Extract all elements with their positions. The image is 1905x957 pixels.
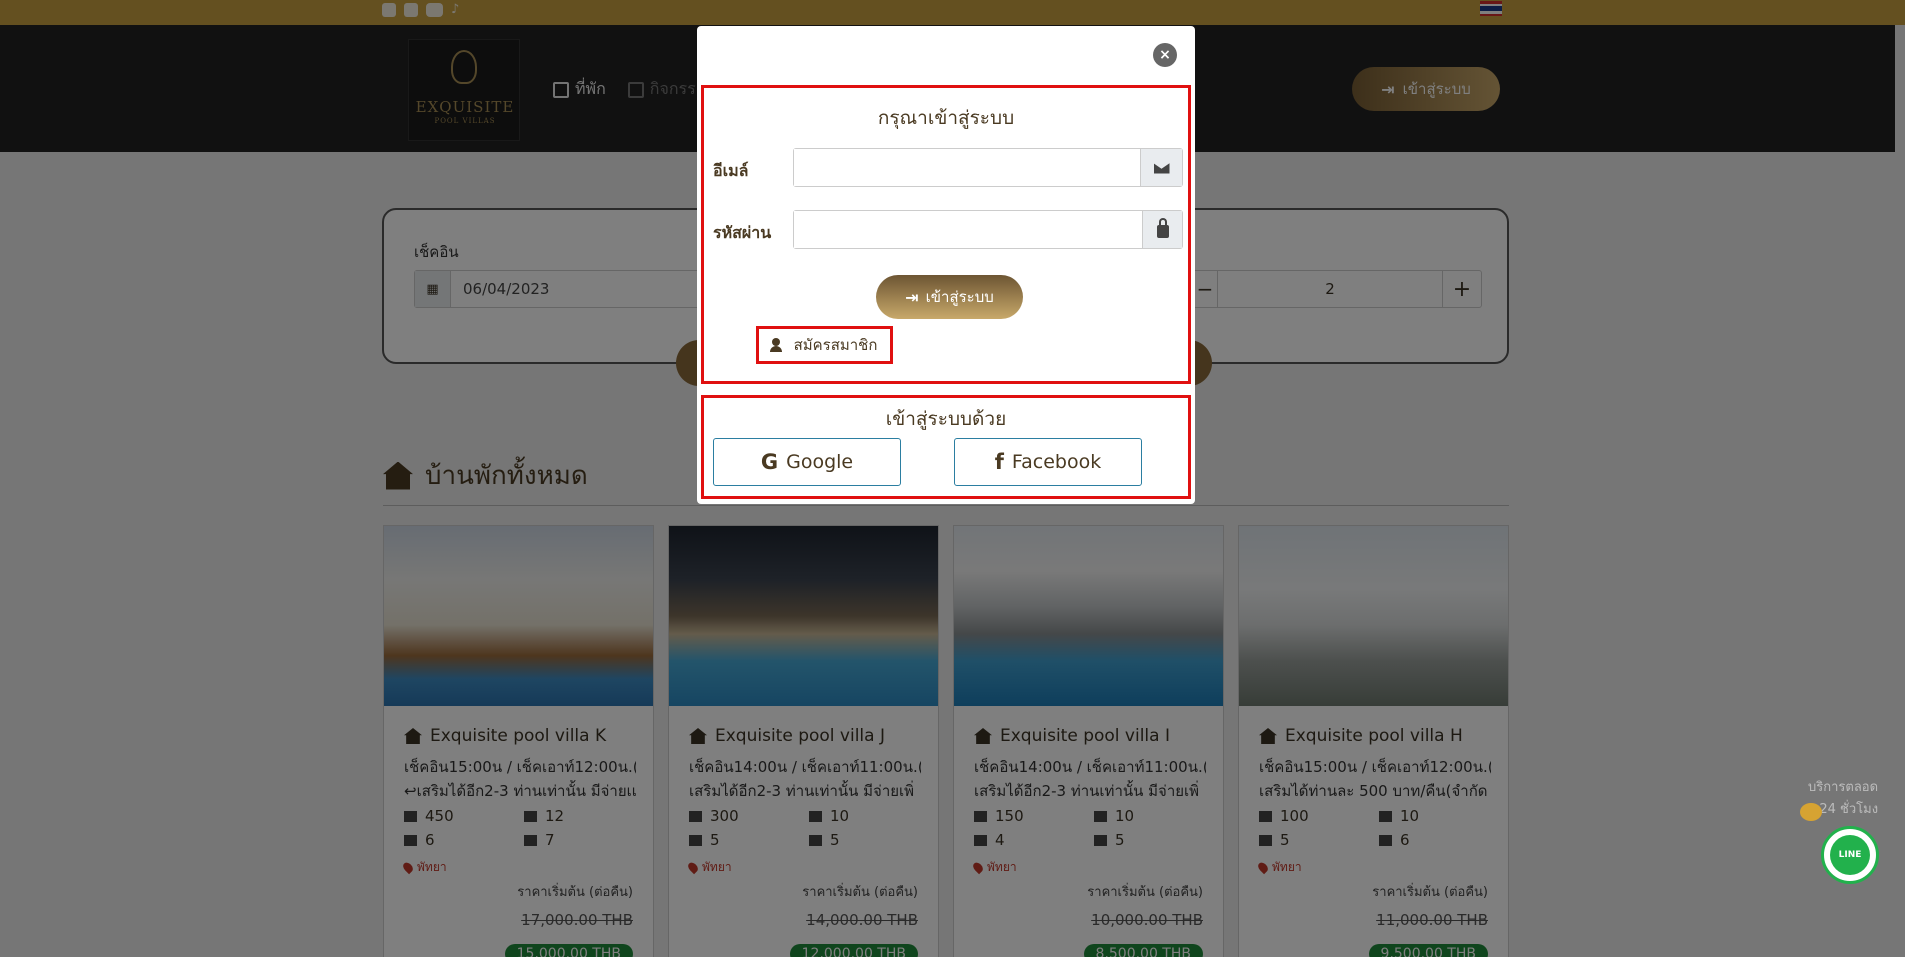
contact-line-1: บริการตลอด: [1808, 780, 1879, 795]
google-login-button[interactable]: G Google: [713, 438, 901, 486]
envelope-icon: [1140, 149, 1182, 186]
login-modal: × กรุณาเข้าสู่ระบบ อีเมล์ รหัสผ่าน ⇥ เข้…: [697, 26, 1195, 504]
line-chat-button[interactable]: LINE: [1821, 826, 1879, 884]
sign-in-icon: ⇥: [905, 287, 919, 307]
chat-bubble-icon: [1800, 803, 1822, 821]
facebook-icon: f: [994, 450, 1004, 474]
login-title: กรุณาเข้าสู่ระบบ: [877, 107, 1015, 129]
email-input[interactable]: [794, 149, 1140, 186]
register-label: สมัครสมาชิก: [793, 336, 878, 354]
facebook-label: Facebook: [1011, 451, 1102, 473]
login-submit-button[interactable]: ⇥ เข้าสู่ระบบ: [876, 275, 1023, 319]
line-icon: LINE: [1830, 835, 1870, 875]
email-field[interactable]: [793, 148, 1183, 187]
password-field[interactable]: [793, 210, 1183, 249]
password-label: รหัสผ่าน: [713, 223, 772, 242]
social-login-title: เข้าสู่ระบบด้วย: [885, 408, 1007, 430]
google-icon: G: [760, 450, 779, 474]
google-label: Google: [786, 451, 854, 473]
login-form-section: กรุณาเข้าสู่ระบบ อีเมล์ รหัสผ่าน ⇥ เข้าส…: [701, 85, 1191, 384]
facebook-login-button[interactable]: f Facebook: [954, 438, 1142, 486]
login-submit-label: เข้าสู่ระบบ: [925, 288, 994, 306]
social-login-section: เข้าสู่ระบบด้วย G Google f Facebook: [701, 395, 1191, 499]
close-icon[interactable]: ×: [1153, 43, 1177, 67]
email-label: อีเมล์: [713, 161, 749, 180]
register-link[interactable]: สมัครสมาชิก: [756, 326, 893, 364]
lock-icon: [1142, 211, 1182, 248]
password-input[interactable]: [794, 211, 1142, 248]
user-plus-icon: [769, 338, 788, 352]
